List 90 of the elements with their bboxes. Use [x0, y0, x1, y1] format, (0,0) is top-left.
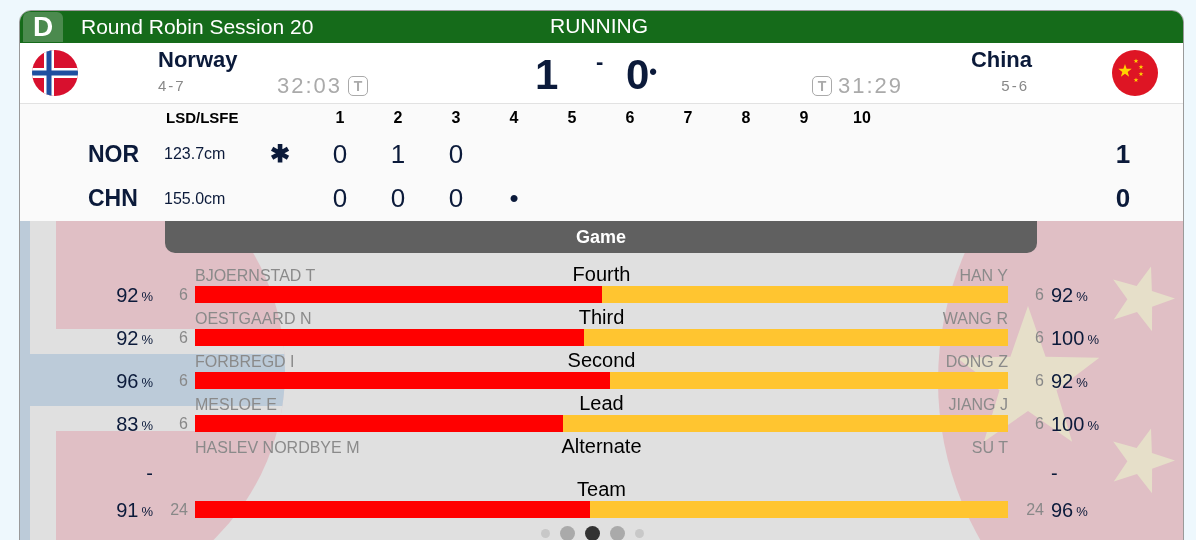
- position-label: Alternate: [561, 435, 642, 457]
- position-label: Team: [577, 478, 626, 500]
- percentage: 83: [116, 413, 139, 434]
- end-score: 0: [448, 182, 464, 216]
- shot-count: 24: [1026, 499, 1044, 520]
- shot-count: 6: [179, 284, 188, 305]
- position-label: Third: [578, 306, 625, 328]
- shot-count: 6: [1035, 370, 1044, 391]
- percentage: -: [146, 462, 153, 483]
- hammer-mark: •: [649, 59, 658, 85]
- player-name: OESTGAARD N: [195, 310, 312, 328]
- percent-sign: %: [1087, 330, 1099, 349]
- position-label: Second: [567, 349, 636, 371]
- player-name: JIANG J: [948, 396, 1008, 414]
- end-score: 0: [448, 137, 464, 171]
- flag-icon: [1112, 50, 1158, 96]
- player-name: HAN Y: [959, 267, 1008, 285]
- player-name: DONG Z: [945, 353, 1008, 371]
- timeout-badge: T: [812, 76, 832, 96]
- end-score: 1: [390, 137, 406, 171]
- shot-count: 6: [179, 327, 188, 348]
- percentage: 92: [116, 284, 139, 305]
- column-heading: LSD/LSFE: [166, 108, 239, 126]
- position-label: Fourth: [572, 263, 631, 285]
- team-score: 1: [535, 51, 559, 99]
- badge: D: [23, 12, 63, 42]
- percentage: 92: [1051, 284, 1074, 305]
- score-separator: -: [596, 49, 604, 75]
- end-score: 0: [390, 182, 406, 216]
- hammer-icon: ✱: [269, 136, 290, 173]
- shot-count: 6: [1035, 284, 1044, 305]
- total-score: 1: [1115, 137, 1131, 171]
- team-code: CHN: [88, 185, 138, 212]
- percentage: 100: [1051, 413, 1085, 434]
- timeout-badge: T: [348, 76, 369, 96]
- end-score: •: [509, 182, 519, 216]
- percentage: 100: [1051, 327, 1085, 348]
- end-number: 10: [853, 107, 871, 128]
- percentage: 91: [116, 499, 139, 520]
- end-number: 3: [451, 107, 461, 128]
- team-name: China: [970, 47, 1032, 73]
- team-name: Norway: [158, 47, 238, 73]
- shot-count: 6: [1035, 327, 1044, 348]
- player-name: HASLEV NORDBYE M: [195, 439, 360, 457]
- percentage: 96: [116, 370, 139, 391]
- percentage: 92: [1051, 370, 1074, 391]
- player-name: MESLOE E: [195, 396, 277, 414]
- player-name: SU T: [971, 439, 1008, 457]
- shot-count: 6: [179, 413, 188, 434]
- end-number: 8: [741, 107, 751, 128]
- percent-sign: %: [1076, 287, 1088, 306]
- end-score: 0: [332, 182, 348, 216]
- percent-sign: %: [141, 373, 153, 392]
- player-name: BJOERNSTAD T: [195, 267, 316, 285]
- team-score: 0: [626, 51, 650, 99]
- end-number: 6: [625, 107, 635, 128]
- end-number: 7: [683, 107, 693, 128]
- percent-sign: %: [141, 416, 153, 435]
- end-number: 2: [393, 107, 403, 128]
- end-number: 9: [799, 107, 809, 128]
- end-number: 1: [335, 107, 345, 128]
- end-number: 4: [509, 107, 519, 128]
- percent-sign: %: [141, 502, 153, 521]
- percent-sign: %: [1087, 416, 1099, 435]
- lsd-value: 155.0cm: [164, 189, 226, 207]
- session-title: Round Robin Session 20: [81, 15, 314, 39]
- shot-count: 6: [1035, 413, 1044, 434]
- end-score: 0: [332, 137, 348, 171]
- game-clock: 31:29: [838, 73, 904, 99]
- end-number: 5: [567, 107, 577, 128]
- percent-sign: %: [141, 287, 153, 306]
- percent-sign: %: [141, 330, 153, 349]
- percentage: -: [1051, 462, 1058, 483]
- player-name: WANG R: [942, 310, 1008, 328]
- percent-sign: %: [1076, 373, 1088, 392]
- shot-count: 6: [179, 370, 188, 391]
- flag-icon: [32, 50, 78, 96]
- team-code: NOR: [88, 140, 140, 167]
- total-score: 0: [1115, 182, 1131, 216]
- percent-sign: %: [1076, 502, 1088, 521]
- lsd-value: 123.7cm: [164, 145, 226, 163]
- position-label: Lead: [579, 392, 624, 414]
- player-name: FORBREGD I: [195, 353, 295, 371]
- game-clock: 32:03: [277, 73, 343, 99]
- shot-count: 24: [170, 499, 188, 520]
- status-label: RUNNING: [550, 14, 648, 38]
- percentage: 96: [1051, 499, 1074, 520]
- team-record: 4-7: [158, 76, 186, 96]
- team-record: 5-6: [1001, 76, 1029, 96]
- percentage: 92: [116, 327, 139, 348]
